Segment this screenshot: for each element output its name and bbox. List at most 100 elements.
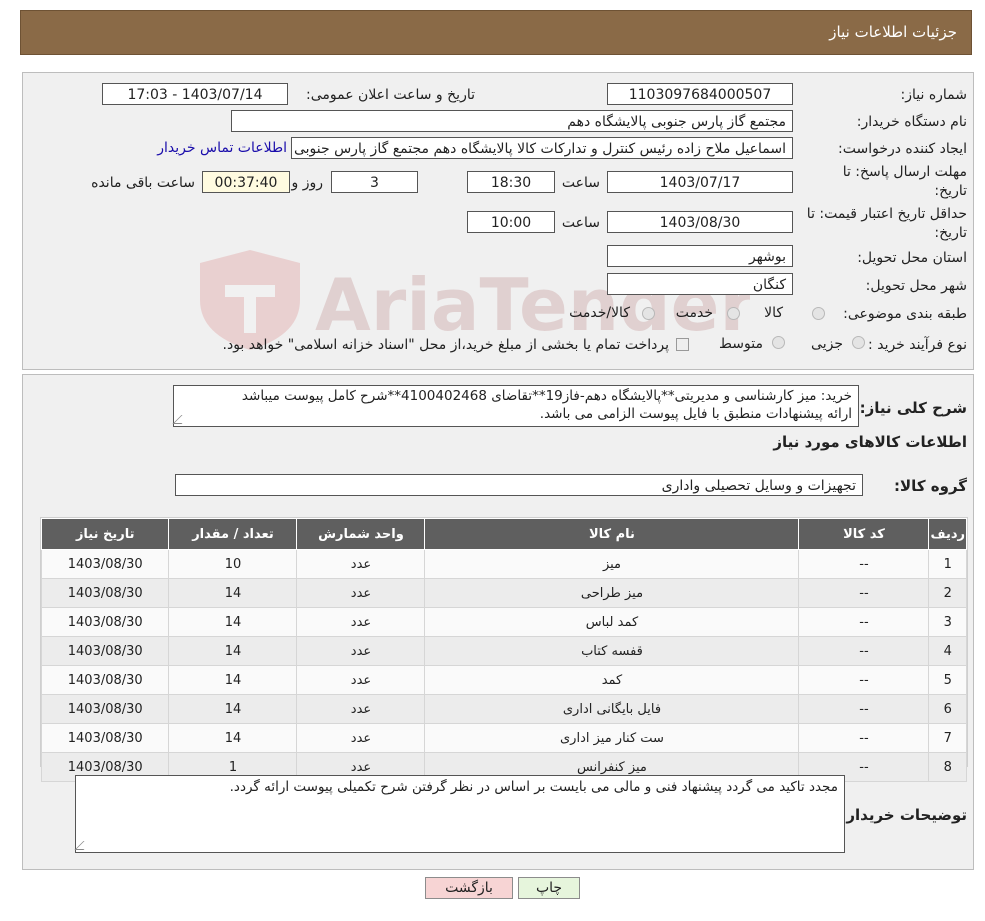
col-item-name: نام کالا [424, 518, 800, 550]
item-name-cell: ست کنار میز اداری [424, 723, 800, 753]
item-code-cell: -- [798, 578, 930, 608]
back-button[interactable]: بازگشت [425, 877, 513, 899]
goods-group-field: تجهیزات و وسایل تحصیلی واداری [175, 474, 863, 496]
unit-cell: عدد [296, 549, 426, 579]
buyer-notes-textarea[interactable]: مجدد تاکید می گردد پیشنهاد فنی و مالی می… [74, 775, 845, 853]
table-row: 7 -- ست کنار میز اداری عدد 14 1403/08/30 [40, 723, 967, 753]
quantity-cell: 14 [168, 665, 298, 695]
table-row: 4 -- قفسه کتاب عدد 14 1403/08/30 [40, 636, 967, 666]
announce-datetime-label: تاریخ و ساعت اعلان عمومی: [306, 87, 475, 103]
purchase-type-label: نوع فرآیند خرید : [868, 337, 967, 353]
item-name-cell: قفسه کتاب [424, 636, 800, 666]
remaining-time-field: 00:37:40 [202, 171, 290, 193]
need-number-field: 1103097684000507 [607, 83, 793, 105]
quantity-cell: 14 [168, 694, 298, 724]
table-row: 3 -- کمد لباس عدد 14 1403/08/30 [40, 607, 967, 637]
unit-cell: عدد [296, 694, 426, 724]
goods-table-container: ردیف کد کالا نام کالا واحد شمارش تعداد /… [40, 517, 968, 782]
category-goods-service-radio[interactable] [642, 307, 655, 320]
quantity-cell: 14 [168, 578, 298, 608]
description-line-2: ارائه پیشنهادات منطبق با فایل پیوست الزا… [539, 406, 852, 422]
payment-note: پرداخت تمام یا بخشی از مبلغ خرید،از محل … [222, 337, 669, 353]
row-number-cell: 6 [928, 694, 967, 724]
row-number-cell: 8 [928, 752, 967, 782]
need-date-cell: 1403/08/30 [40, 723, 170, 753]
category-goods-radio[interactable] [812, 307, 825, 320]
resize-handle-icon[interactable] [74, 841, 93, 850]
col-quantity: تعداد / مقدار [168, 518, 298, 550]
quantity-cell: 14 [168, 607, 298, 637]
quantity-cell: 14 [168, 636, 298, 666]
item-name-cell: کمد لباس [424, 607, 800, 637]
need-date-cell: 1403/08/30 [40, 549, 170, 579]
item-name-cell: میز طراحی [424, 578, 800, 608]
col-unit: واحد شمارش [296, 518, 426, 550]
purchase-medium-radio[interactable] [772, 336, 785, 349]
quantity-cell: 10 [168, 549, 298, 579]
row-number-cell: 5 [928, 665, 967, 695]
province-field: بوشهر [607, 245, 793, 267]
row-number-cell: 3 [928, 607, 967, 637]
table-row: 2 -- میز طراحی عدد 14 1403/08/30 [40, 578, 967, 608]
table-row: 1 -- میز عدد 10 1403/08/30 [40, 549, 967, 579]
category-goods-service-label: کالا/خدمت [569, 305, 630, 321]
table-header-row: ردیف کد کالا نام کالا واحد شمارش تعداد /… [40, 518, 967, 550]
item-code-cell: -- [798, 665, 930, 695]
item-code-cell: -- [798, 607, 930, 637]
print-button[interactable]: چاپ [518, 877, 580, 899]
page-title: جزئیات اطلاعات نیاز [829, 23, 957, 41]
category-goods-label: کالا [764, 305, 783, 321]
deadline-time-field: 18:30 [467, 171, 555, 193]
city-label: شهر محل تحویل: [865, 278, 967, 294]
table-row: 6 -- فایل بایگانی اداری عدد 14 1403/08/30 [40, 694, 967, 724]
page-header: جزئیات اطلاعات نیاز [20, 10, 972, 55]
item-name-cell: میز [424, 549, 800, 579]
item-code-cell: -- [798, 549, 930, 579]
days-label: روز و [291, 175, 324, 191]
deadline-label-date: تاریخ: [934, 183, 967, 199]
validity-label: حداقل تاریخ اعتبار قیمت: تا [806, 206, 967, 222]
goods-section-title: اطلاعات کالاهای مورد نیاز [773, 433, 967, 451]
need-description-label: شرح کلی نیاز: [859, 399, 967, 417]
purchase-minor-label: جزیی [811, 336, 843, 352]
category-service-label: خدمت [675, 305, 713, 321]
announce-datetime-field: 1403/07/14 - 17:03 [102, 83, 288, 105]
unit-cell: عدد [296, 723, 426, 753]
row-number-cell: 1 [928, 549, 967, 579]
row-number-cell: 4 [928, 636, 967, 666]
validity-time-field: 10:00 [467, 211, 555, 233]
buyer-notes-text: مجدد تاکید می گردد پیشنهاد فنی و مالی می… [229, 779, 838, 795]
item-name-cell: فایل بایگانی اداری [424, 694, 800, 724]
goods-group-label: گروه کالا: [894, 477, 967, 495]
remaining-days-field: 3 [331, 171, 418, 193]
treasury-checkbox[interactable] [676, 338, 689, 351]
item-code-cell: -- [798, 636, 930, 666]
buyer-contact-link[interactable]: اطلاعات تماس خریدار [157, 140, 287, 156]
need-date-cell: 1403/08/30 [40, 607, 170, 637]
item-code-cell: -- [798, 694, 930, 724]
buyer-notes-label: توضیحات خریدار: [840, 806, 967, 824]
quantity-cell: 14 [168, 723, 298, 753]
description-line-1: خرید: میز کارشناسی و مدیریتی**پالایشگاه … [241, 388, 852, 404]
need-description-textarea[interactable]: خرید: میز کارشناسی و مدیریتی**پالایشگاه … [172, 385, 859, 427]
unit-cell: عدد [296, 665, 426, 695]
province-label: استان محل تحویل: [857, 250, 967, 266]
buyer-org-field: مجتمع گاز پارس جنوبی پالایشگاه دهم [231, 110, 793, 132]
table-row: 5 -- کمد عدد 14 1403/08/30 [40, 665, 967, 695]
row-number-cell: 7 [928, 723, 967, 753]
col-need-date: تاریخ نیاز [40, 518, 170, 550]
need-number-label: شماره نیاز: [900, 87, 968, 103]
remaining-time-label: ساعت باقی مانده [91, 175, 195, 191]
validity-date-field: 1403/08/30 [607, 211, 793, 233]
deadline-label: مهلت ارسال پاسخ: تا [842, 164, 967, 180]
city-field: کنگان [607, 273, 793, 295]
category-service-radio[interactable] [727, 307, 740, 320]
goods-table: ردیف کد کالا نام کالا واحد شمارش تعداد /… [40, 518, 967, 782]
validity-label-date: تاریخ: [934, 225, 967, 241]
buyer-org-label: نام دستگاه خریدار: [856, 114, 967, 130]
purchase-medium-label: متوسط [719, 336, 763, 352]
row-number-cell: 2 [928, 578, 967, 608]
col-row-number: ردیف [928, 518, 967, 550]
item-name-cell: کمد [424, 665, 800, 695]
purchase-minor-radio[interactable] [852, 336, 865, 349]
